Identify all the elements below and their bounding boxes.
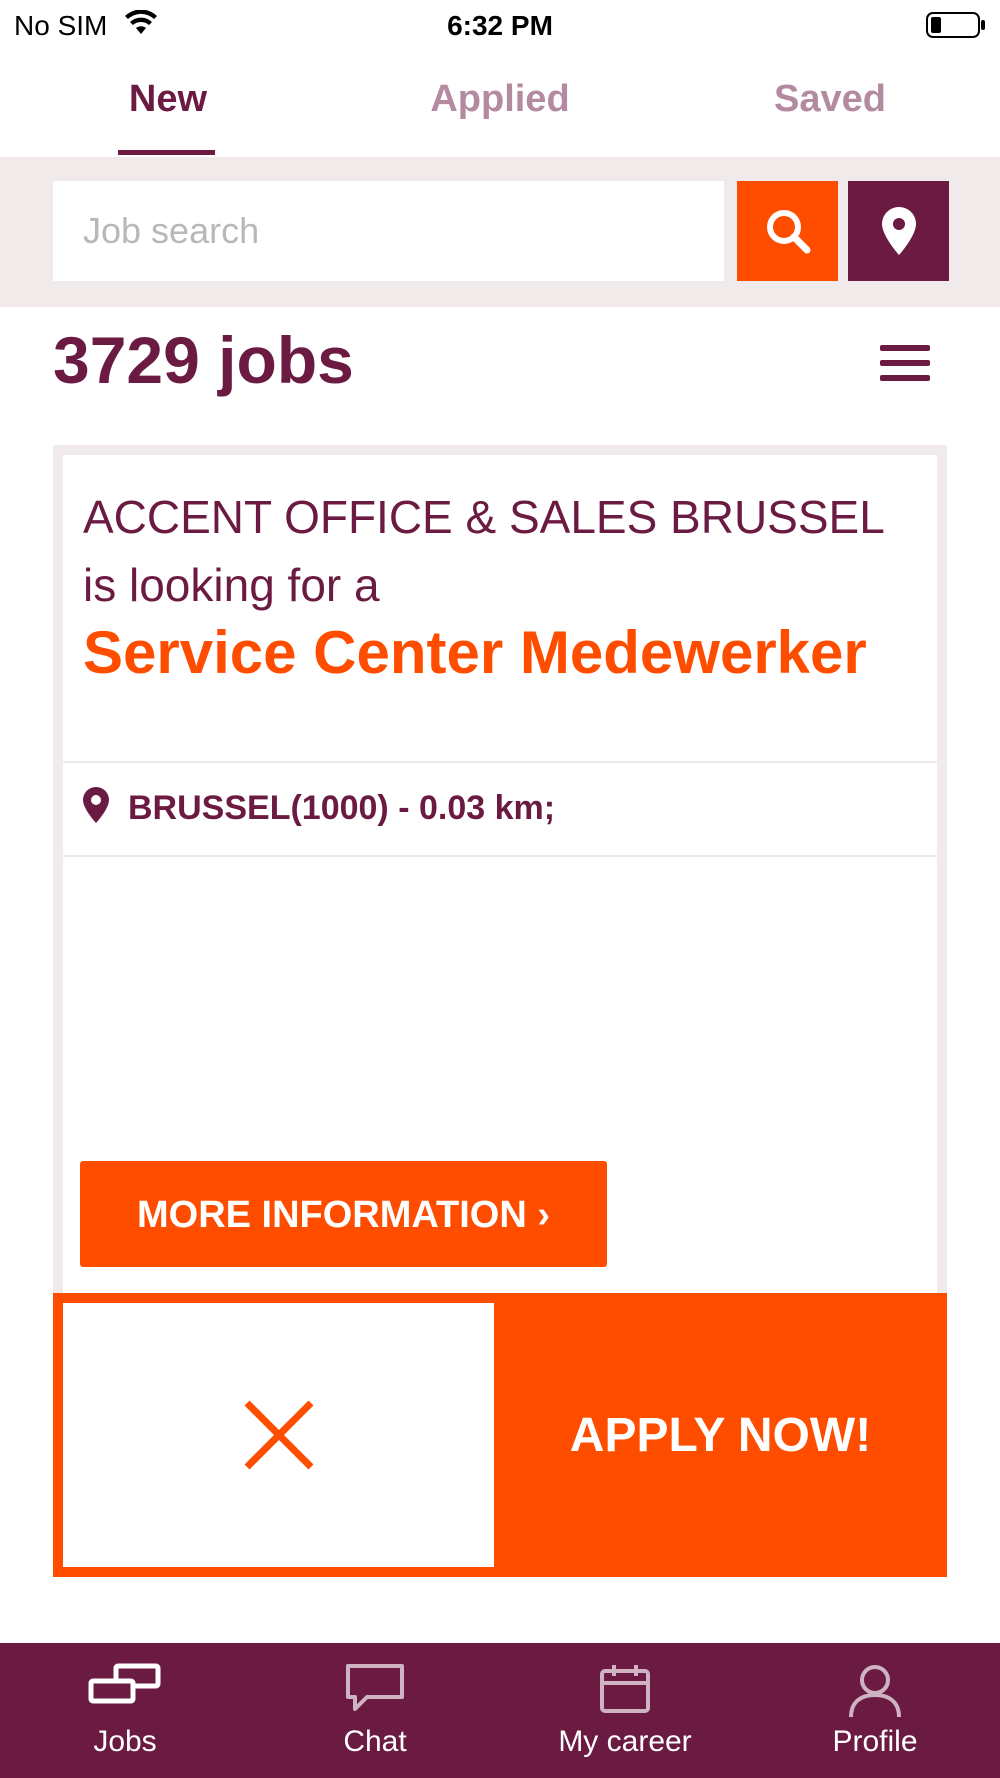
location-pin-icon	[83, 787, 109, 823]
tab-saved[interactable]: Saved	[760, 78, 900, 121]
nav-label-my-career: My career	[558, 1725, 692, 1758]
menu-icon[interactable]	[880, 345, 930, 385]
nav-label-chat: Chat	[343, 1725, 407, 1758]
status-time: 6:32 PM	[447, 10, 553, 41]
search-bar	[0, 157, 1000, 307]
chat-icon	[346, 1664, 404, 1711]
nav-item-my-career[interactable]: My career	[500, 1643, 750, 1778]
looking-for-text: is looking for a	[83, 559, 380, 611]
active-tab-indicator	[118, 150, 215, 155]
bottom-navigation: Jobs Chat My career Profile	[0, 1643, 1000, 1778]
more-information-button[interactable]: MORE INFORMATION ›	[80, 1161, 607, 1267]
job-actions: APPLY NOW!	[53, 1293, 947, 1577]
job-tabs: New Applied Saved	[0, 58, 1000, 157]
tab-applied[interactable]: Applied	[410, 78, 590, 121]
location-button[interactable]	[848, 181, 949, 281]
nav-label-profile: Profile	[832, 1725, 918, 1758]
company-name: ACCENT OFFICE & SALES BRUSSEL	[83, 491, 885, 543]
nav-item-chat[interactable]: Chat	[250, 1643, 500, 1778]
profile-icon	[849, 1665, 901, 1718]
close-icon	[244, 1400, 313, 1470]
battery-icon	[926, 12, 985, 38]
divider	[63, 761, 937, 763]
job-title: Service Center Medewerker	[83, 619, 867, 686]
jobs-icon	[88, 1663, 161, 1704]
divider	[63, 855, 937, 857]
status-bar: No SIM 6:32 PM	[0, 0, 1000, 50]
nav-item-profile[interactable]: Profile	[750, 1643, 1000, 1778]
location-text: BRUSSEL(1000) - 0.03 km;	[128, 789, 556, 827]
jobs-count: 3729 jobs	[53, 323, 354, 397]
calendar-icon	[600, 1665, 650, 1713]
dismiss-button[interactable]	[63, 1303, 494, 1567]
search-icon	[766, 210, 810, 254]
nav-label-jobs: Jobs	[93, 1725, 157, 1758]
job-company: ACCENT OFFICE & SALES BRUSSEL is looking…	[83, 483, 933, 619]
tab-new[interactable]: New	[108, 78, 228, 121]
search-button[interactable]	[737, 181, 838, 281]
job-location: BRUSSEL(1000) - 0.03 km;	[83, 785, 933, 835]
apply-now-button[interactable]: APPLY NOW!	[494, 1293, 947, 1577]
location-pin-icon	[881, 207, 916, 255]
nav-item-jobs[interactable]: Jobs	[0, 1643, 250, 1778]
job-search-input[interactable]	[53, 181, 724, 281]
